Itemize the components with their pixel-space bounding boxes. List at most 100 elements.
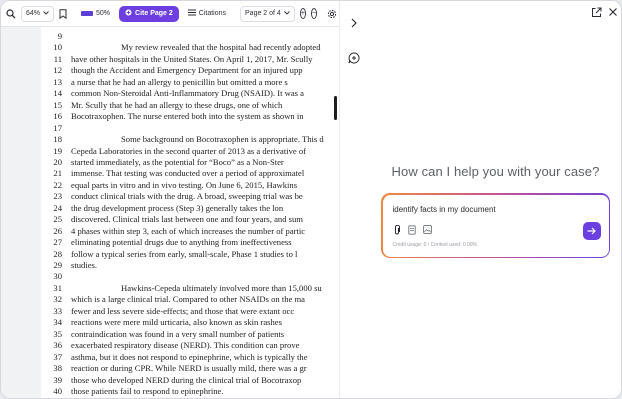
line-number: 15 <box>53 99 62 110</box>
page-indicator: Page 2 of 4 <box>245 10 281 17</box>
line-text: contraindication was found in a very sma… <box>71 328 285 339</box>
line-number: 19 <box>53 145 62 156</box>
line-number: 31 <box>53 282 62 293</box>
paperclip-icon[interactable] <box>393 224 402 235</box>
highlight-opacity: 50% <box>96 10 111 17</box>
line-number: 35 <box>53 328 62 339</box>
document-line: 15 Mr. Scully that he had an allergy to t… <box>41 100 339 111</box>
document-line: 34 reactions were mere mild urticaria, al… <box>41 317 339 328</box>
line-text: follow a typical series from early, smal… <box>71 248 298 259</box>
image-icon[interactable] <box>422 225 432 235</box>
line-text: Hawkins-Cepeda ultimately involved more … <box>121 282 322 293</box>
send-button[interactable] <box>582 221 601 240</box>
bookmark-icon[interactable] <box>59 8 67 20</box>
line-number: 13 <box>53 76 62 87</box>
document-line: 14 common Non-Steroidal Anti-Inflammatory… <box>41 88 339 99</box>
gear-icon[interactable] <box>327 8 337 20</box>
chat-input[interactable] <box>392 203 583 216</box>
line-text: have other hospitals in the United State… <box>71 53 313 64</box>
assistant-side-strip <box>340 1 368 398</box>
pdf-page: 9 10 My review revealed that the hospital … <box>41 27 339 398</box>
line-number: 25 <box>53 214 62 225</box>
document-line: 28 follow a typical series from early, sm… <box>41 249 339 260</box>
line-number: 21 <box>53 168 62 179</box>
line-number: 18 <box>53 134 62 145</box>
line-text: fewer and less severe side-effects; and … <box>71 305 295 316</box>
line-number: 38 <box>53 363 62 374</box>
document-line: 24 the drug development process (Step 3) … <box>41 203 339 214</box>
document-line: 20 started immediately, as the potential … <box>41 157 339 168</box>
document-line: 11 have other hospitals in the United Sta… <box>41 54 339 65</box>
line-number: 20 <box>53 156 62 167</box>
usage-text: Credit usage: 0 / Context used: 0.00% <box>392 241 478 248</box>
document-line: 29 studies. <box>41 260 339 271</box>
zoom-out-icon[interactable]: − <box>310 8 318 19</box>
document-line: 30 <box>41 271 339 282</box>
chevron-down-icon <box>43 10 49 17</box>
document-line: 37 asthma, but it does not respond to epi… <box>41 352 339 363</box>
chat-composer: Credit usage: 0 / Context used: 0.00% <box>381 193 610 258</box>
document-line: 18 Some background on Bocotraxophen is ap… <box>41 134 339 145</box>
line-text: immense. That testing was conducted over… <box>71 168 305 179</box>
line-number: 39 <box>53 374 62 385</box>
citations-label: Citations <box>198 10 227 17</box>
highlight-opacity-control[interactable]: 50% <box>77 6 114 22</box>
zoom-select[interactable]: 64% <box>21 5 55 22</box>
chat-heading: How can I help you with your case? <box>391 164 600 179</box>
document-line: 33 fewer and less severe side-effects; an… <box>41 306 339 317</box>
cite-page-button[interactable]: Cite Page 2 <box>119 5 179 22</box>
document-line: 13 a nurse that he had an allergy to peni… <box>41 77 339 88</box>
line-text: reactions were mere mild urticaria, also… <box>71 317 282 328</box>
line-number: 9 <box>57 31 62 41</box>
zoom-in-icon[interactable]: + <box>299 8 306 19</box>
line-text: those who developed NERD during the clin… <box>71 374 302 385</box>
citations-button[interactable]: Citations <box>184 6 230 22</box>
document-line: 36 exacerbated respiratory disease (NERD)… <box>41 340 339 351</box>
line-text: discovered. Clinical trials last between… <box>71 214 303 225</box>
plus-circle-icon <box>125 9 132 18</box>
zoom-level: 64% <box>26 10 41 17</box>
line-text: started immediately, as the potential fo… <box>71 156 284 167</box>
line-number: 37 <box>53 351 62 362</box>
document-line: 35 contraindication was found in a very s… <box>41 329 339 340</box>
pdf-scrollbar[interactable] <box>334 96 337 120</box>
document-line: 17 <box>41 123 339 134</box>
line-number: 16 <box>53 111 62 122</box>
line-text: which is a large clinical trial. Compare… <box>71 294 305 305</box>
expand-icon[interactable] <box>590 6 602 18</box>
line-text: equal parts in vitro and in vivo testing… <box>71 179 298 190</box>
line-number: 10 <box>53 42 62 53</box>
line-text: studies. <box>71 260 98 270</box>
line-text: 4 phases within step 3, each of which in… <box>71 225 306 236</box>
line-text: Cepeda Laboratories in the second quarte… <box>71 145 307 156</box>
line-number: 17 <box>53 122 62 133</box>
line-text: reaction or during CPR. While NERD is us… <box>71 363 307 374</box>
pdf-viewer: 64% 50% Cite Page 2 Citations Page 2 of … <box>1 1 339 398</box>
line-number: 14 <box>53 88 62 99</box>
line-number: 33 <box>53 305 62 316</box>
cite-page-label: Cite Page 2 <box>135 10 173 17</box>
chevron-down-icon <box>284 10 290 17</box>
app-window: 64% 50% Cite Page 2 Citations Page 2 of … <box>0 0 622 399</box>
line-text: exacerbated respiratory disease (NERD). … <box>71 340 300 351</box>
chat-composer-inner: Credit usage: 0 / Context used: 0.00% <box>382 194 609 257</box>
line-text: asthma, but it does not respond to epine… <box>71 351 308 362</box>
line-text: Bocotraxophen. The nurse entered both in… <box>71 111 304 122</box>
line-number: 28 <box>53 248 62 259</box>
line-text: the drug development process (Step 3) ge… <box>71 202 284 213</box>
document-line: 25 discovered. Clinical trials last betwe… <box>41 214 339 225</box>
line-text: those patients fail to respond to epinep… <box>71 385 224 396</box>
new-chat-icon[interactable] <box>347 51 361 65</box>
document-line: 22 equal parts in vitro and in vivo testi… <box>41 180 339 191</box>
arrow-right-icon <box>587 222 596 240</box>
document-icon[interactable] <box>408 224 417 235</box>
page-select[interactable]: Page 2 of 4 <box>240 5 295 22</box>
document-line: 31 Hawkins-Cepeda ultimately involved mor… <box>41 283 339 294</box>
chevron-right-icon[interactable] <box>347 16 361 30</box>
line-text: My review revealed that the hospital had… <box>121 42 321 53</box>
line-number: 12 <box>53 65 62 76</box>
zoom-icon[interactable] <box>6 8 16 20</box>
document-line: 32 which is a large clinical trial. Compa… <box>41 294 339 305</box>
document-line: 19 Cepeda Laboratories in the second quar… <box>41 146 339 157</box>
close-icon[interactable] <box>607 6 619 18</box>
